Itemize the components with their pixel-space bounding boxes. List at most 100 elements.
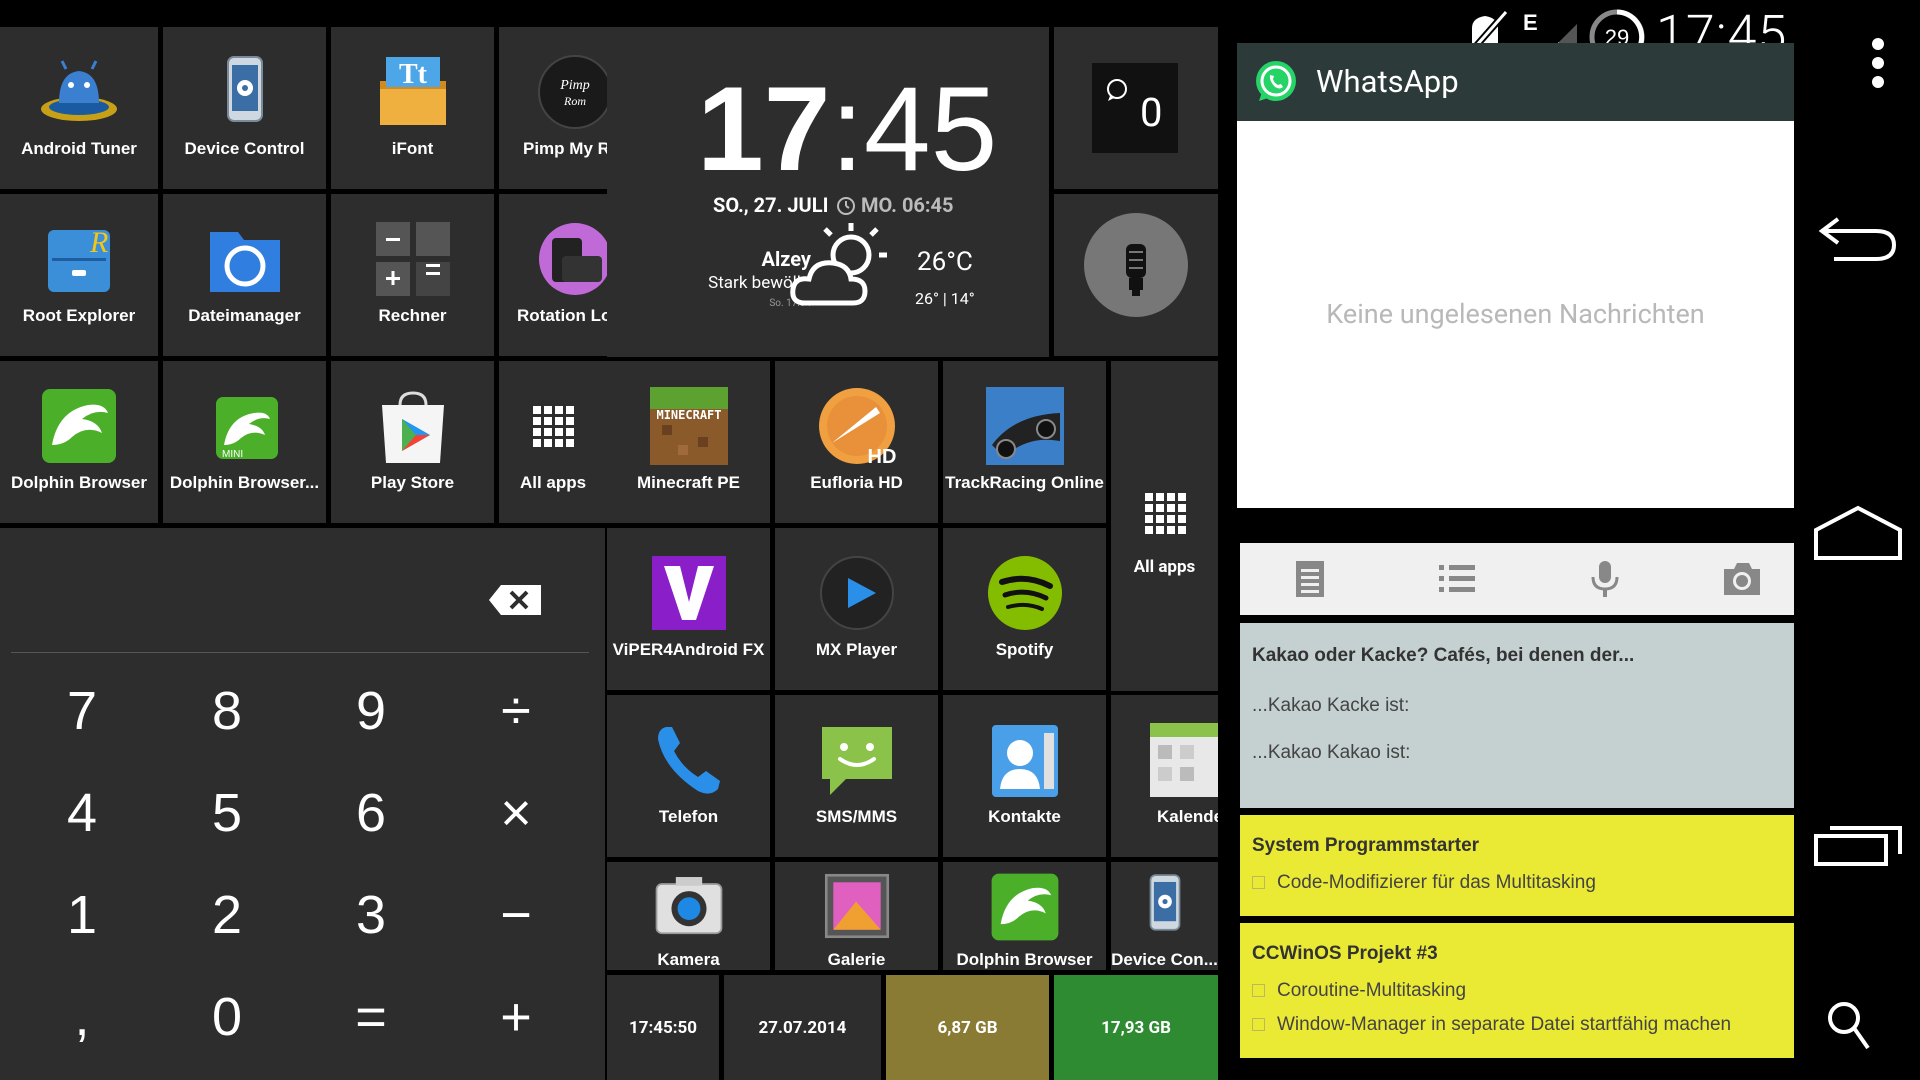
svg-text:R: R xyxy=(89,226,108,259)
app-tile-kontakte[interactable]: Kontakte xyxy=(943,695,1106,857)
overflow-menu-icon[interactable] xyxy=(1814,28,1904,98)
calc-key-0[interactable]: 0 xyxy=(177,972,277,1062)
calc-key-comma[interactable]: , xyxy=(32,972,132,1062)
calc-key-4[interactable]: 4 xyxy=(32,768,132,858)
whatsapp-counter-tile[interactable]: 0 xyxy=(1054,27,1218,189)
gallery-icon xyxy=(824,873,889,939)
app-tile-trackracing[interactable]: TrackRacing Online xyxy=(943,361,1106,523)
app-tile-all-apps-2[interactable]: All apps xyxy=(1111,361,1218,691)
note-card[interactable]: CCWinOS Projekt #3 Coroutine-Multitaskin… xyxy=(1240,923,1794,1058)
app-tile-ifont[interactable]: Tt iFont xyxy=(331,27,494,189)
flashlight-tile[interactable] xyxy=(1054,194,1218,356)
checkbox[interactable] xyxy=(1252,876,1265,889)
calc-key-plus[interactable]: + xyxy=(466,972,566,1062)
recent-apps-icon[interactable] xyxy=(1814,806,1904,876)
calc-key-multiply[interactable]: × xyxy=(466,768,566,858)
calc-key-minus[interactable]: − xyxy=(466,870,566,960)
flashlight-icon[interactable] xyxy=(1083,212,1189,318)
app-label: Pimp My R xyxy=(523,139,607,158)
alarm-icon xyxy=(837,197,855,215)
app-tile-device-control-2[interactable]: Device Con... xyxy=(1111,862,1218,970)
app-tile-play-store[interactable]: Play Store xyxy=(331,361,494,523)
whatsapp-header: WhatsApp xyxy=(1237,43,1794,121)
app-tile-mx-player[interactable]: MX Player xyxy=(775,528,938,690)
app-label: Telefon xyxy=(658,807,719,826)
app-tile-rotation-lock[interactable]: Rotation Lo xyxy=(499,194,607,356)
app-tile-pimp-my-rom[interactable]: Pimp Rom Pimp My R xyxy=(499,27,607,189)
app-tile-android-tuner[interactable]: Android Tuner xyxy=(0,27,158,189)
note-item-text: Window-Manager in separate Datei startfä… xyxy=(1277,1014,1732,1035)
bar-time-text: 17:45:50 xyxy=(628,1017,698,1038)
svg-text:MINI: MINI xyxy=(222,449,243,460)
clock-weather-widget[interactable]: 17:45 SO., 27. JULI MO. 06:45 Alzey Star… xyxy=(607,27,1049,357)
home-icon[interactable] xyxy=(1814,500,1904,570)
android-tuner-icon xyxy=(41,60,117,121)
calc-key-2[interactable]: 2 xyxy=(177,870,277,960)
weather-range: 26° | 14° xyxy=(915,289,975,308)
calc-key-1[interactable]: 1 xyxy=(32,870,132,960)
app-tile-dolphin-browser-2[interactable]: Dolphin Browser xyxy=(943,862,1106,970)
app-tile-galerie[interactable]: Galerie xyxy=(775,862,938,970)
app-label: Kamera xyxy=(657,950,720,969)
app-tile-sms-mms[interactable]: SMS/MMS xyxy=(775,695,938,857)
new-list-icon[interactable] xyxy=(1432,559,1482,599)
calc-key-3[interactable]: 3 xyxy=(321,870,421,960)
device-control-icon xyxy=(1149,874,1180,931)
calendar-icon xyxy=(1150,723,1218,797)
app-label: Android Tuner xyxy=(21,139,137,158)
app-label: All apps xyxy=(1133,557,1196,577)
note-card[interactable]: Kakao oder Kacke? Cafés, bei denen der..… xyxy=(1240,623,1794,808)
app-label: ViPER4Android FX xyxy=(612,640,765,659)
calc-key-9[interactable]: 9 xyxy=(321,666,421,756)
app-label: Kalende xyxy=(1157,807,1218,826)
calc-key-6[interactable]: 6 xyxy=(321,768,421,858)
new-note-icon[interactable] xyxy=(1290,559,1330,599)
app-tile-kamera[interactable]: Kamera xyxy=(607,862,770,970)
app-tile-dateimanager[interactable]: Dateimanager xyxy=(163,194,326,356)
weather-condition: Stark bewölkt xyxy=(708,273,811,293)
app-tile-dolphin-browser-mini[interactable]: MINI Dolphin Browser... xyxy=(163,361,326,523)
bar-date: 27.07.2014 xyxy=(724,975,881,1080)
calc-key-5[interactable]: 5 xyxy=(177,768,277,858)
calc-key-divide[interactable]: ÷ xyxy=(466,666,566,756)
app-grid-icon xyxy=(533,406,574,447)
note-checklist-item[interactable]: Window-Manager in separate Datei startfä… xyxy=(1252,1014,1731,1036)
eufloria-icon: HD xyxy=(818,388,896,467)
calc-key-7[interactable]: 7 xyxy=(32,666,132,756)
app-tile-all-apps-1[interactable]: All apps xyxy=(499,361,607,523)
app-tile-dolphin-browser[interactable]: Dolphin Browser xyxy=(0,361,158,523)
widget-alarm: MO. 06:45 xyxy=(835,193,953,217)
calculator-widget[interactable]: 7 8 9 ÷ 4 5 6 × 1 2 3 − , 0 = + xyxy=(0,528,605,1080)
camera-icon[interactable] xyxy=(1718,559,1766,599)
back-icon[interactable] xyxy=(1814,205,1904,275)
microphone-icon[interactable] xyxy=(1585,559,1625,599)
minecraft-icon: MINECRAFT xyxy=(649,387,728,465)
app-tile-kalender[interactable]: Kalende xyxy=(1111,695,1218,857)
app-tile-root-explorer[interactable]: R Root Explorer xyxy=(0,194,158,356)
app-tile-minecraft-pe[interactable]: MINECRAFT Minecraft PE xyxy=(607,361,770,523)
app-tile-eufloria-hd[interactable]: HD Eufloria HD xyxy=(775,361,938,523)
app-label: Kontakte xyxy=(988,807,1061,826)
search-icon[interactable] xyxy=(1814,990,1904,1060)
app-tile-device-control[interactable]: Device Control xyxy=(163,27,326,189)
checkbox[interactable] xyxy=(1252,984,1265,997)
app-label: Spotify xyxy=(995,640,1054,659)
bar-storage-text: 6,87 GB xyxy=(937,1017,998,1038)
app-tile-viper4android[interactable]: ViPER4Android FX xyxy=(607,528,770,690)
whatsapp-widget[interactable]: WhatsApp Keine ungelesenen Nachrichten xyxy=(1237,43,1794,508)
note-checklist-item[interactable]: Coroutine-Multitasking xyxy=(1252,980,1466,1002)
app-tile-spotify[interactable]: Spotify xyxy=(943,528,1106,690)
calc-key-equals[interactable]: = xyxy=(321,972,421,1062)
app-label: Dolphin Browser xyxy=(10,473,147,492)
calc-key-8[interactable]: 8 xyxy=(177,666,277,756)
app-tile-rechner[interactable]: Rechner xyxy=(331,194,494,356)
app-tile-telefon[interactable]: Telefon xyxy=(607,695,770,857)
partly-cloudy-icon xyxy=(790,223,887,306)
mx-player-icon xyxy=(819,556,894,630)
backspace-icon[interactable] xyxy=(487,583,543,617)
note-checklist-item[interactable]: Code-Modifizierer für das Multitasking xyxy=(1252,872,1596,894)
note-card[interactable]: System Programmstarter Code-Modifizierer… xyxy=(1240,815,1794,916)
checkbox[interactable] xyxy=(1252,1018,1265,1031)
rotation-lock-icon xyxy=(539,223,607,295)
phone-icon xyxy=(657,727,720,794)
